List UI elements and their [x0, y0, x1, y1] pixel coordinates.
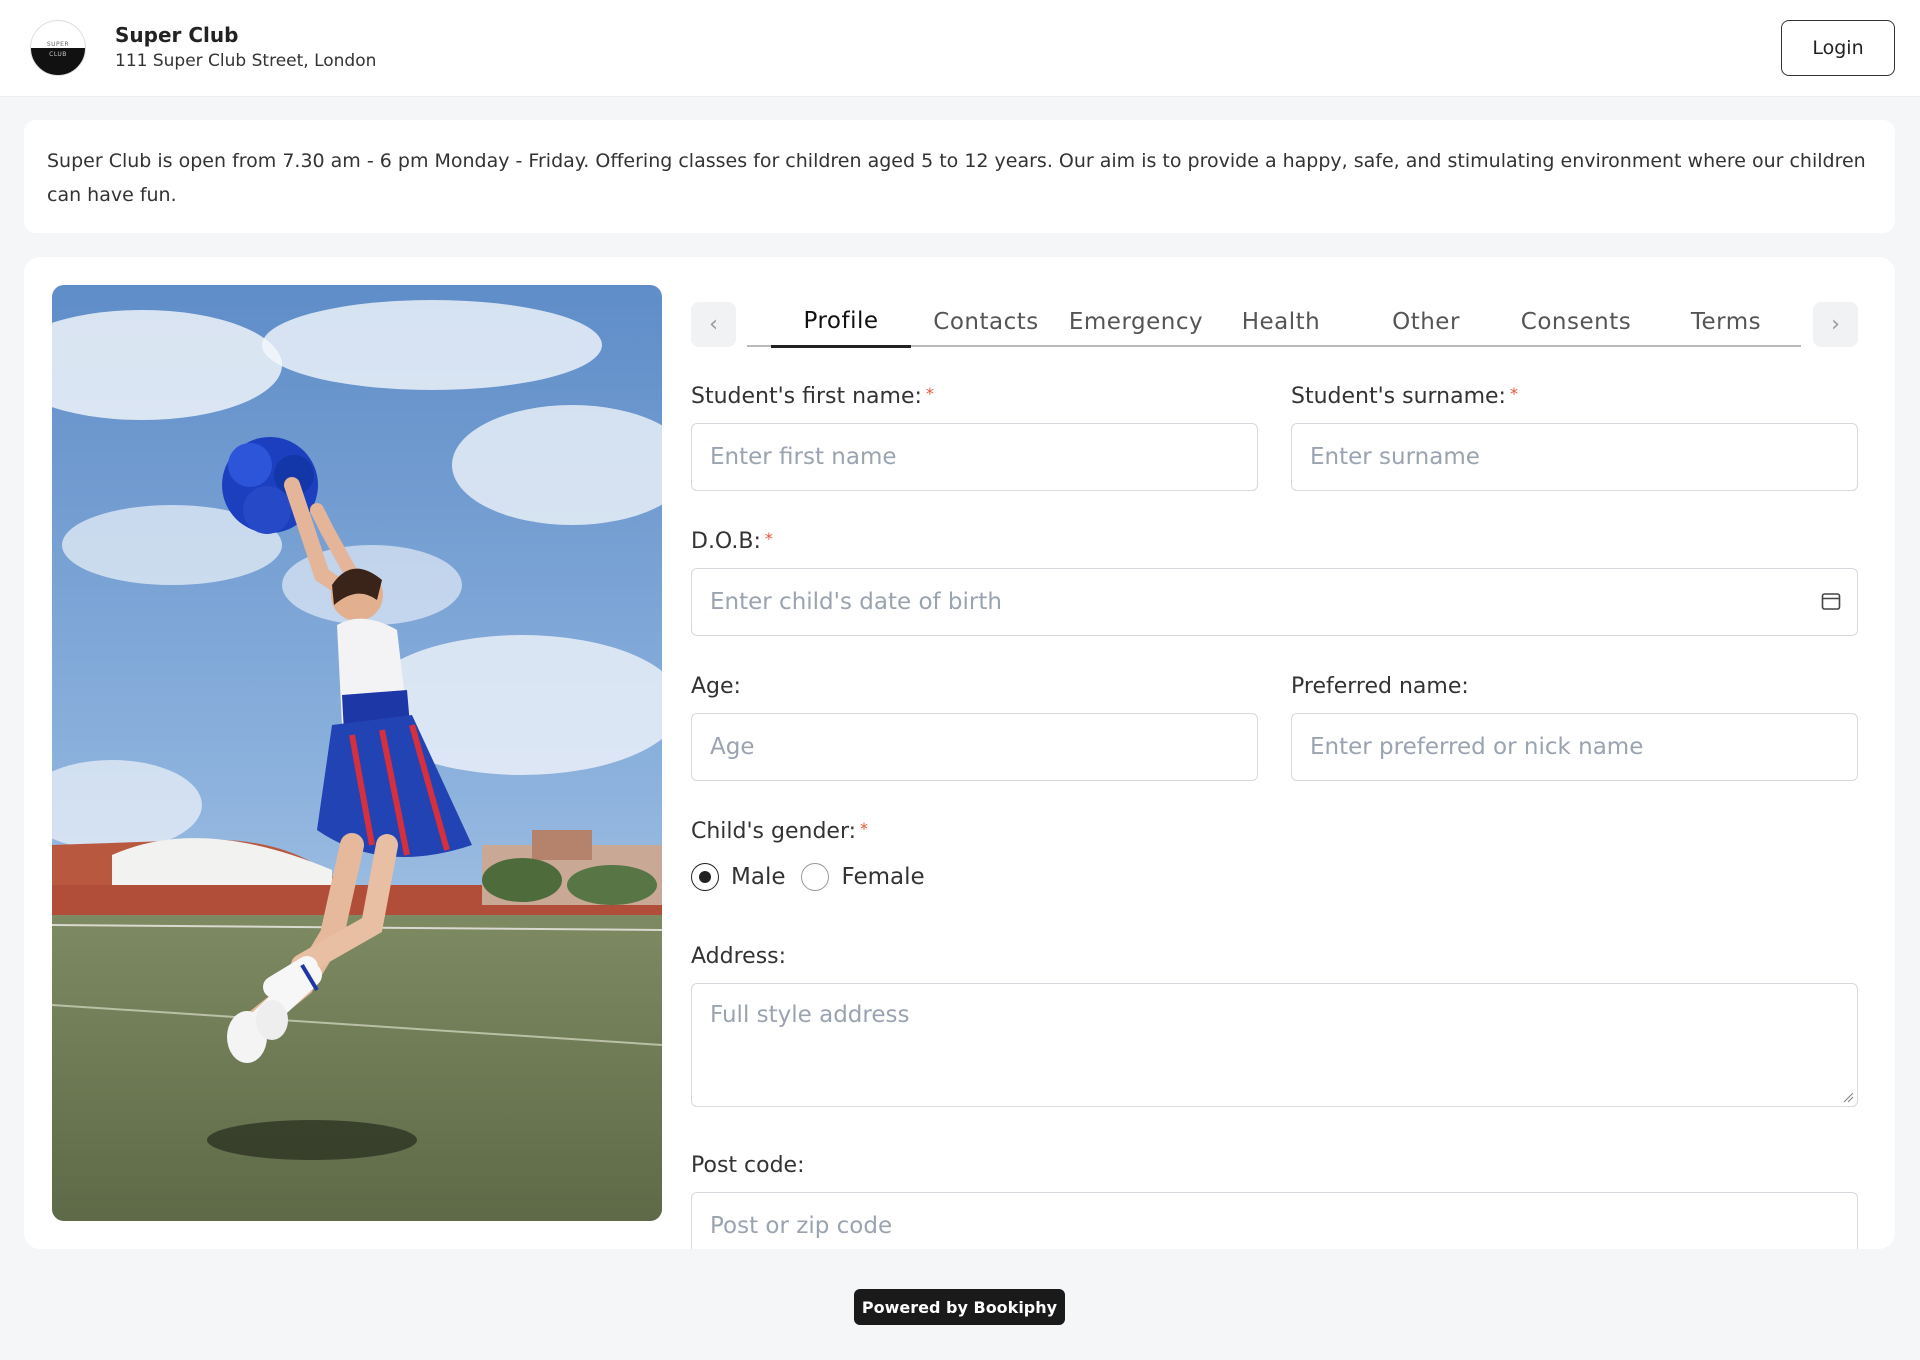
address-label: Address: — [691, 944, 787, 969]
surname-placeholder: Enter surname — [1310, 444, 1480, 470]
dob-placeholder: Enter child's date of birth — [710, 589, 1002, 615]
postcode-input[interactable]: Post or zip code — [691, 1192, 1858, 1249]
tab-terms[interactable]: Terms — [1651, 297, 1801, 347]
tab-emergency[interactable]: Emergency — [1061, 297, 1211, 347]
surname-label: Student's surname: * — [1291, 384, 1518, 409]
address-textarea[interactable]: Full style address — [691, 983, 1858, 1107]
registration-card: ‹ Profile Contacts Emergency Health Othe… — [24, 257, 1895, 1249]
age-input[interactable]: Age — [691, 713, 1258, 781]
club-address: 111 Super Club Street, London — [115, 51, 377, 71]
first-name-input[interactable]: Enter first name — [691, 423, 1258, 491]
surname-input[interactable]: Enter surname — [1291, 423, 1858, 491]
gender-male-label[interactable]: Male — [731, 864, 785, 890]
form-tabs: Profile Contacts Emergency Health Other … — [747, 297, 1801, 348]
dob-input[interactable]: Enter child's date of birth — [691, 568, 1858, 636]
postcode-label: Post code: — [691, 1153, 805, 1178]
tab-prev-button[interactable]: ‹ — [691, 302, 736, 347]
chevron-right-icon: › — [1831, 312, 1840, 337]
club-info-banner: Super Club is open from 7.30 am - 6 pm M… — [24, 120, 1895, 233]
top-header: SUPER CLUB Super Club 111 Super Club Str… — [0, 0, 1920, 97]
gender-female-label[interactable]: Female — [841, 864, 924, 890]
gender-female-radio[interactable] — [801, 863, 830, 891]
gender-male-radio[interactable] — [691, 863, 719, 891]
tab-other[interactable]: Other — [1351, 297, 1501, 347]
tab-profile[interactable]: Profile — [771, 297, 911, 348]
preferred-name-input[interactable]: Enter preferred or nick name — [1291, 713, 1858, 781]
age-placeholder: Age — [710, 734, 755, 760]
postcode-placeholder: Post or zip code — [710, 1213, 893, 1239]
tab-contacts[interactable]: Contacts — [911, 297, 1061, 347]
dob-label: D.O.B: * — [691, 529, 773, 554]
first-name-placeholder: Enter first name — [710, 444, 897, 470]
club-name: Super Club — [115, 23, 239, 47]
age-label: Age: — [691, 674, 741, 699]
resize-handle-icon[interactable] — [1842, 1091, 1854, 1103]
powered-by-badge[interactable]: Powered by Bookiphy — [854, 1289, 1065, 1325]
preferred-name-placeholder: Enter preferred or nick name — [1310, 734, 1644, 760]
calendar-icon[interactable] — [1821, 591, 1841, 611]
chevron-left-icon: ‹ — [709, 312, 718, 337]
gender-radio-group: Male Female — [691, 863, 941, 891]
club-logo: SUPER CLUB — [30, 20, 86, 76]
login-button[interactable]: Login — [1781, 20, 1895, 76]
cheerleader-photo — [52, 285, 662, 1221]
gender-label: Child's gender: * — [691, 819, 869, 844]
tab-health[interactable]: Health — [1211, 297, 1351, 347]
preferred-name-label: Preferred name: — [1291, 674, 1469, 699]
logo-text-bottom: CLUB — [49, 51, 67, 58]
tab-next-button[interactable]: › — [1813, 302, 1858, 347]
first-name-label: Student's first name: * — [691, 384, 934, 409]
address-placeholder: Full style address — [710, 1002, 910, 1028]
tab-consents[interactable]: Consents — [1501, 297, 1651, 347]
logo-text-top: SUPER — [46, 41, 70, 48]
